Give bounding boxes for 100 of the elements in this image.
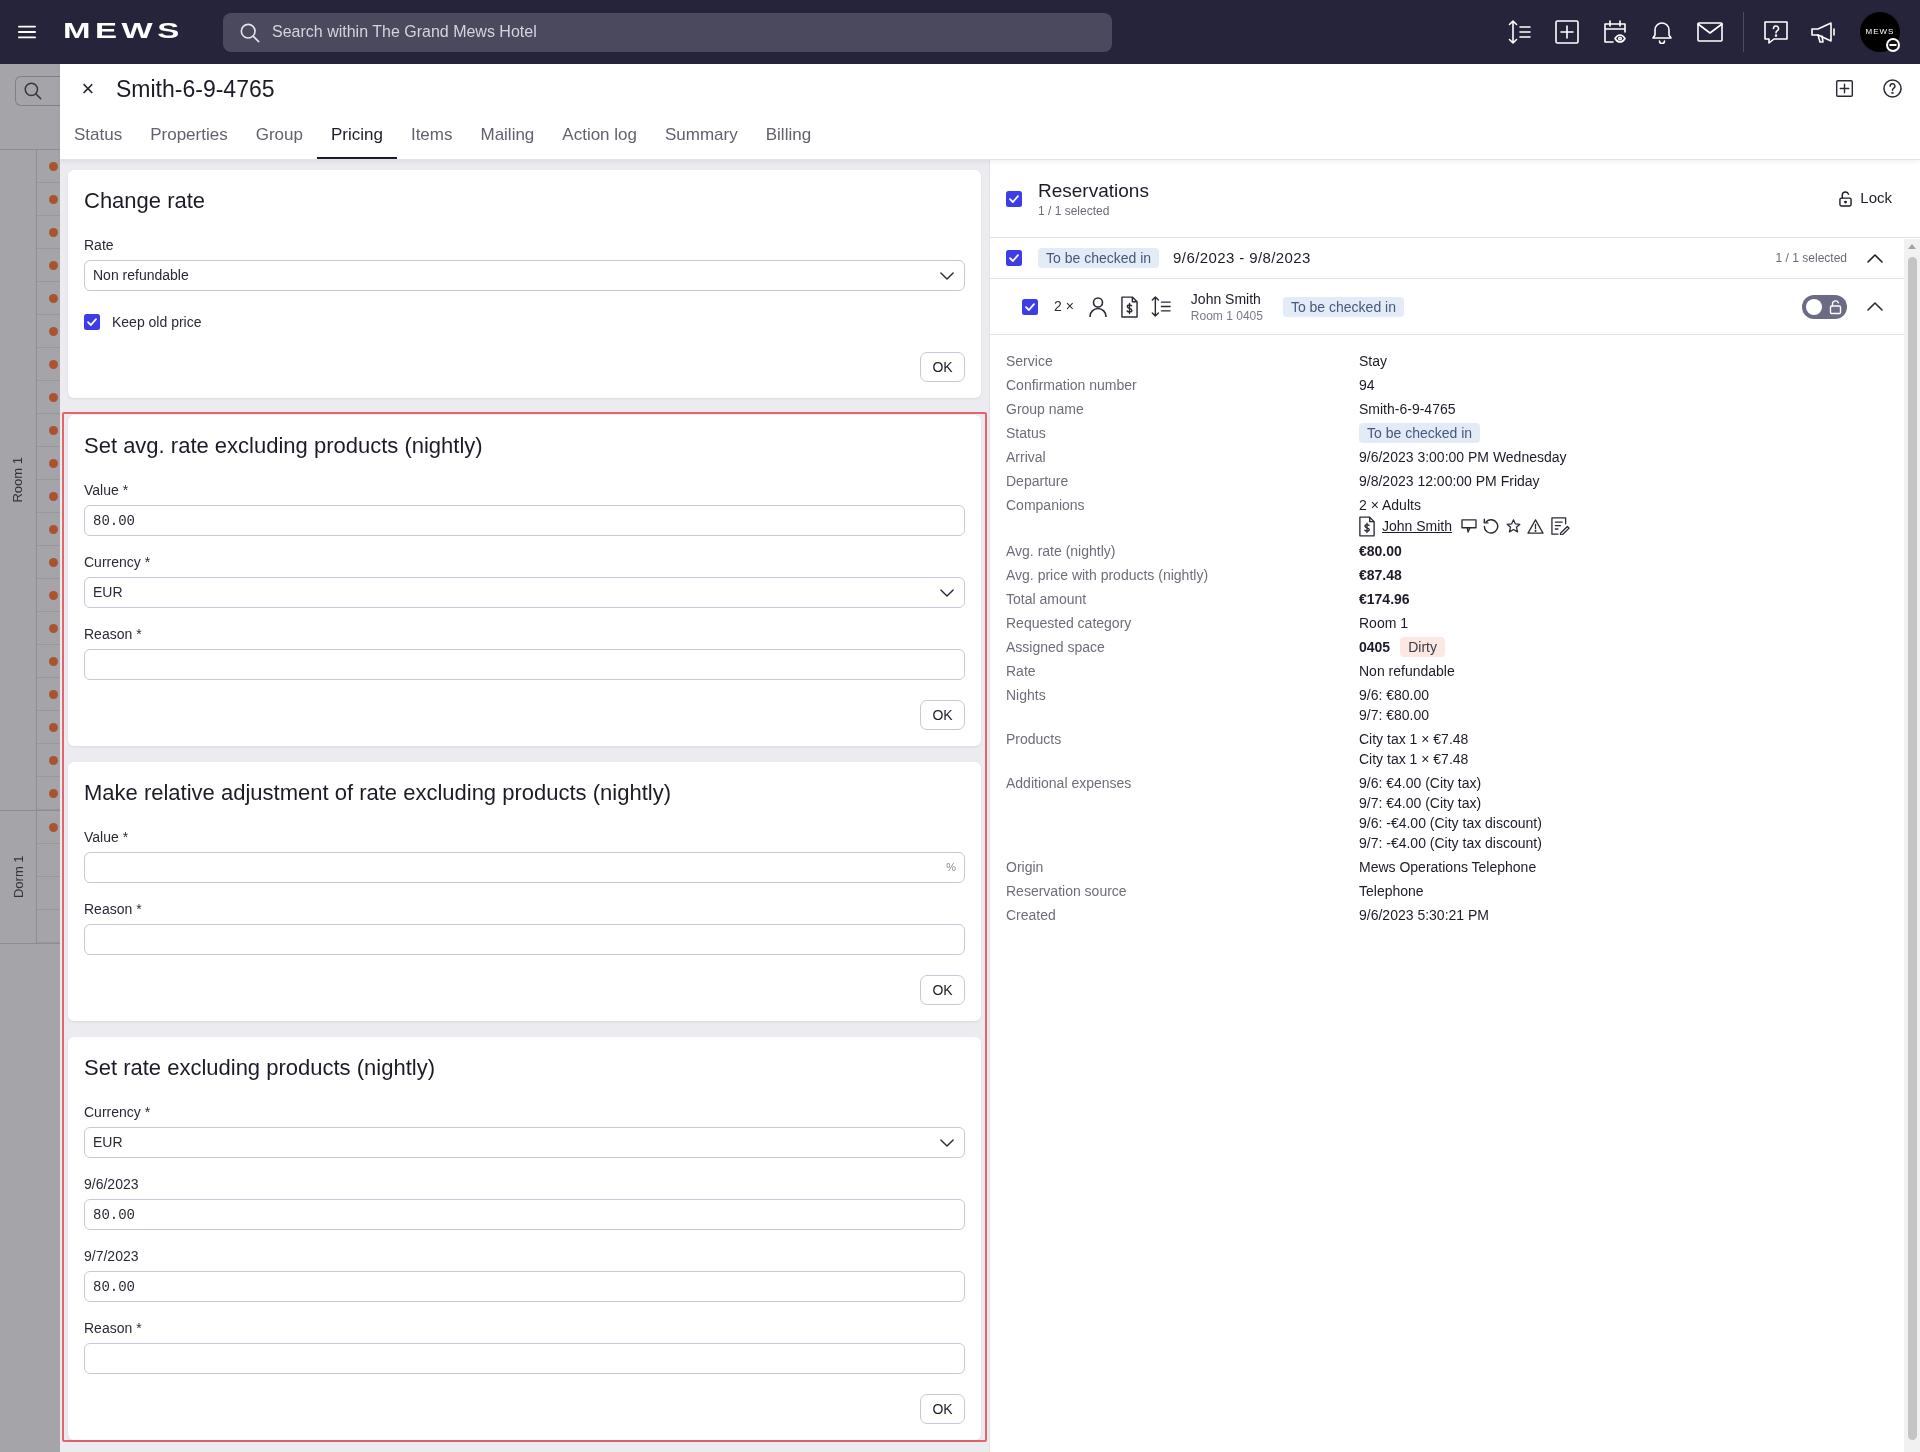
close-button[interactable]: × xyxy=(81,77,95,100)
detail-value: Smith-6-9-4765 xyxy=(1359,400,1456,419)
detail-label: Origin xyxy=(1006,858,1045,877)
tab[interactable]: Properties xyxy=(136,113,242,159)
scrollbar[interactable] xyxy=(1904,239,1920,1452)
detail-label: Created xyxy=(1006,906,1057,925)
checkbox[interactable] xyxy=(1006,250,1022,266)
lock-button[interactable]: Lock xyxy=(1839,187,1892,210)
detail-label: Group name xyxy=(1006,400,1085,419)
status-badge-icon xyxy=(1886,38,1900,52)
tab[interactable]: Status xyxy=(60,113,137,159)
guest-count: 2 × xyxy=(1054,297,1074,316)
detail-label: Status xyxy=(1006,424,1047,443)
text-field[interactable] xyxy=(84,924,965,955)
checkbox[interactable] xyxy=(84,314,100,330)
mail-icon[interactable] xyxy=(1697,22,1723,42)
chevron-up-icon[interactable] xyxy=(1867,253,1883,263)
chevron-down-icon xyxy=(940,1138,954,1147)
detail-value: 9/7: -€4.00 (City tax discount) xyxy=(1359,834,1542,853)
room-group-label: Dorm 1 xyxy=(9,855,27,899)
tab[interactable]: Summary xyxy=(651,113,752,159)
detail-value: 94 xyxy=(1359,376,1375,395)
checkbox[interactable] xyxy=(1022,298,1038,315)
sort-icon[interactable] xyxy=(1508,20,1531,44)
scrollbar-thumb[interactable] xyxy=(1907,257,1917,1440)
tab[interactable]: Items xyxy=(396,113,467,159)
detail-value: 9/6/2023 3:00:00 PM Wednesday xyxy=(1359,448,1567,467)
lock-toggle[interactable] xyxy=(1802,294,1847,319)
form-title: Set rate excluding products (nightly) xyxy=(84,1054,436,1082)
detail-value: €80.00 xyxy=(1359,542,1402,561)
detail-label: Service xyxy=(1006,352,1054,371)
detail-value: €174.96 xyxy=(1359,590,1410,609)
selection-count: 1 / 1 selected xyxy=(1038,202,1111,219)
menu-icon[interactable] xyxy=(18,25,36,39)
status-badge: To be checked in xyxy=(1282,296,1404,317)
calendar-eye-icon[interactable] xyxy=(1603,20,1627,44)
field-label: Currency * xyxy=(84,553,152,572)
detail-value: €87.48 xyxy=(1359,566,1402,585)
notes-icon xyxy=(1551,517,1571,535)
invoice-icon xyxy=(1359,515,1375,537)
ok-button[interactable]: OK xyxy=(920,975,965,1005)
megaphone-icon[interactable] xyxy=(1810,20,1836,44)
percent-suffix: % xyxy=(946,860,956,874)
selection-count: 1 / 1 selected xyxy=(1775,250,1847,267)
detail-value: Stay xyxy=(1359,352,1387,371)
detail-value: 9/6: €80.00 xyxy=(1359,686,1430,705)
add-square-icon[interactable] xyxy=(1836,80,1853,98)
tab[interactable]: Billing xyxy=(751,113,826,159)
lock-open-icon xyxy=(1839,190,1853,207)
detail-label: Additional expenses xyxy=(1006,774,1133,793)
status-badge: To be checked in xyxy=(1038,248,1160,268)
guest-link[interactable]: John Smith xyxy=(1382,515,1453,537)
help-chat-icon[interactable] xyxy=(1764,20,1788,44)
room-label: Room 1 0405 xyxy=(1190,307,1263,324)
warning-icon xyxy=(1527,518,1545,534)
ok-button[interactable]: OK xyxy=(920,1394,965,1424)
search-field[interactable]: Search within The Grand Mews Hotel xyxy=(223,12,1112,52)
bell-icon[interactable] xyxy=(1651,20,1673,44)
chevron-up-icon[interactable] xyxy=(1867,302,1883,311)
detail-value: 9/7: €4.00 (City tax) xyxy=(1359,794,1482,813)
detail-value: Non refundable xyxy=(1359,662,1455,681)
help-icon[interactable] xyxy=(1883,79,1902,99)
status-badge: To be checked in xyxy=(1359,423,1481,443)
detail-label: Rate xyxy=(1006,662,1037,681)
detail-label: Assigned space xyxy=(1006,638,1106,657)
text-field[interactable]: 80.00 xyxy=(84,1199,965,1230)
ok-button[interactable]: OK xyxy=(920,352,965,382)
star-icon xyxy=(1506,519,1522,533)
detail-label: Nights xyxy=(1006,686,1047,705)
dropdown-field[interactable]: Non refundable xyxy=(84,260,965,291)
search-icon xyxy=(240,22,260,43)
checkbox[interactable] xyxy=(1006,190,1022,207)
detail-value: City tax 1 × €7.48 xyxy=(1359,730,1469,749)
speech-bubble-icon xyxy=(1461,519,1478,533)
section-title: Reservations xyxy=(1038,178,1149,203)
room-group-label: Room 1 xyxy=(9,457,27,503)
text-field[interactable]: 80.00 xyxy=(84,505,965,536)
text-field[interactable] xyxy=(84,1343,965,1374)
form-title: Set avg. rate excluding products (nightly) xyxy=(84,432,484,460)
tab[interactable]: Group xyxy=(241,113,317,159)
checkbox-label: Keep old price xyxy=(112,313,202,332)
dropdown-field[interactable]: EUR xyxy=(84,577,965,608)
ok-button[interactable]: OK xyxy=(920,700,965,730)
dropdown-field[interactable]: EUR xyxy=(84,1127,965,1158)
detail-label: Arrival xyxy=(1006,448,1047,467)
tab[interactable]: Mailing xyxy=(466,113,549,159)
detail-value: Telephone xyxy=(1359,882,1424,901)
detail-label: Departure xyxy=(1006,472,1070,491)
user-avatar[interactable]: MEWS xyxy=(1860,12,1900,52)
field-label: Reason * xyxy=(84,625,143,644)
detail-value: 9/7: €80.00 xyxy=(1359,706,1430,725)
detail-label: Confirmation number xyxy=(1006,376,1138,395)
detail-label: Products xyxy=(1006,730,1063,749)
text-field[interactable]: 80.00 xyxy=(84,1271,965,1302)
percent-field[interactable] xyxy=(84,852,965,883)
guest-name: John Smith xyxy=(1190,289,1262,308)
form-title: Change rate xyxy=(84,187,207,215)
tab[interactable]: Action log xyxy=(548,113,651,159)
text-field[interactable] xyxy=(84,649,965,680)
field-label: Reason * xyxy=(84,900,143,919)
